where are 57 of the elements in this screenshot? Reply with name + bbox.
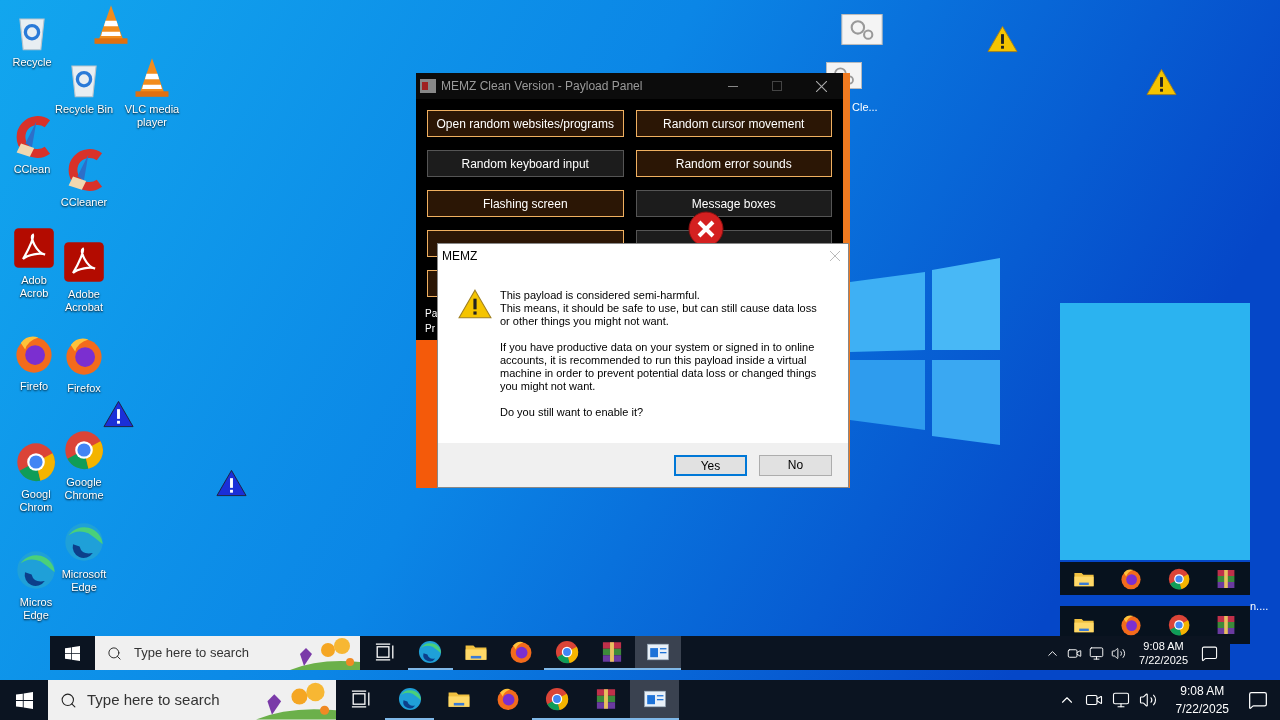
warning-icon <box>458 289 492 319</box>
clock-time[interactable]: 9:08 AM <box>1143 639 1184 653</box>
taskbar-button[interactable] <box>635 636 681 670</box>
round-logo-icon <box>553 639 580 665</box>
payload-button[interactable]: Random cursor movement <box>635 110 832 137</box>
payload-button[interactable]: Message boxes <box>635 190 832 217</box>
warning-icon <box>216 469 247 497</box>
dialog-message: This payload is considered semi-harmful. This means, it should be safe to use, but can still cause data loss or other things you might not want. <box>500 289 818 328</box>
clock-date[interactable]: 7/22/2025 <box>1175 700 1229 718</box>
round-logo-icon <box>62 428 106 472</box>
payload-button[interactable]: Random keyboard input <box>427 150 624 177</box>
search-field[interactable]: Type here to search <box>95 636 360 670</box>
round-logo-icon <box>1166 613 1191 637</box>
payload-button[interactable]: Open random websites/programs <box>427 110 624 137</box>
volume-icon[interactable] <box>1138 691 1157 709</box>
search-field[interactable]: Type here to search <box>48 680 336 720</box>
wave-logo-icon <box>62 520 106 564</box>
status-text: Pr <box>425 322 435 336</box>
clock-time[interactable]: 9:08 AM <box>1180 682 1225 700</box>
warning-icon <box>103 400 134 428</box>
dialog-message: If you have productive data on your system or signed in to online accounts, it is recommended to run this payload inside a virtual machine in order to prevent potential data loss or changed things you might not want. <box>500 341 818 393</box>
desktop-icon-label[interactable]: Cle... <box>852 99 878 116</box>
search-icon <box>60 691 77 709</box>
status-text: Pa <box>425 307 438 321</box>
document-icon <box>12 226 56 270</box>
network-icon[interactable] <box>1111 691 1130 709</box>
ghost-label: n.... <box>1250 599 1269 614</box>
notifications-icon[interactable] <box>1201 644 1218 662</box>
round-logo-icon <box>14 440 58 484</box>
payload-button[interactable]: Random error sounds <box>635 150 832 177</box>
window-title: MEMZ Clean Version - Payload Panel <box>441 78 644 95</box>
close-icon <box>815 80 827 92</box>
volume-icon[interactable] <box>1111 645 1127 661</box>
globe-icon <box>1119 613 1144 637</box>
dialog-button[interactable]: No <box>759 454 832 476</box>
document-icon <box>62 240 106 284</box>
windows-logo-icon <box>15 691 33 709</box>
app-icon <box>420 79 436 93</box>
warning-icon <box>987 25 1018 53</box>
windows-logo-icon <box>65 645 80 661</box>
dialog-title: MEMZ <box>442 248 478 265</box>
search-icon <box>107 645 122 661</box>
wave-logo-icon <box>396 686 423 712</box>
warning-icon <box>1146 68 1177 96</box>
dialog-message: Do you still want to enable it? <box>500 406 645 419</box>
gear-window-icon <box>841 14 883 45</box>
flowers-drawing <box>290 636 360 670</box>
payload-button[interactable]: Flashing screen <box>427 190 624 217</box>
round-logo-icon <box>543 686 570 712</box>
taskbar-button[interactable] <box>630 680 679 720</box>
wave-logo-icon <box>417 639 444 665</box>
dialog-button[interactable]: Yes <box>674 454 747 476</box>
clock-date[interactable]: 7/22/2025 <box>1139 653 1188 667</box>
notifications-icon[interactable] <box>1248 690 1268 710</box>
round-logo-icon <box>1166 566 1191 591</box>
network-icon[interactable] <box>1089 645 1105 661</box>
wave-logo-icon <box>14 548 58 592</box>
